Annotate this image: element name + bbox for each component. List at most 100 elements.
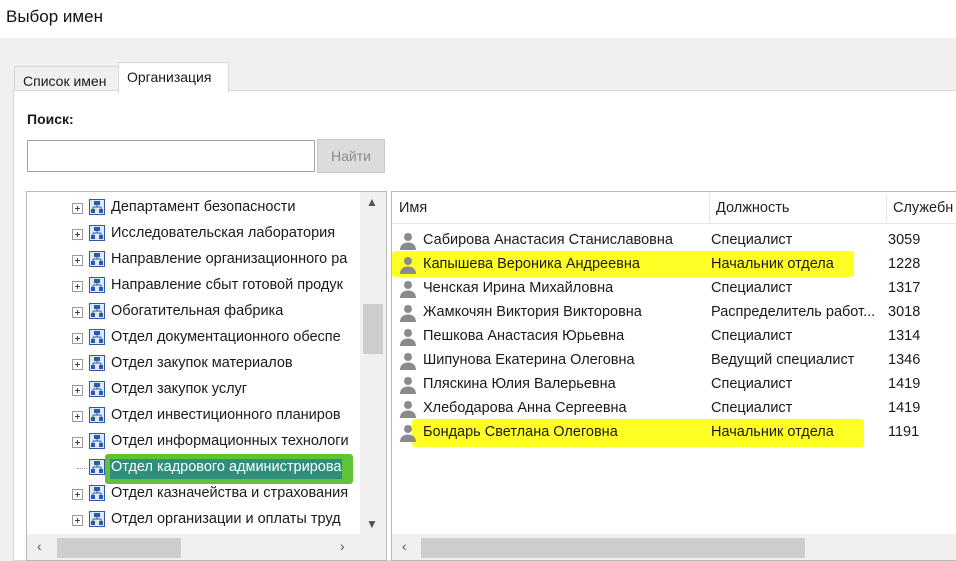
person-number: 1419 <box>888 376 921 392</box>
person-icon <box>400 377 416 394</box>
person-number: 1228 <box>888 256 921 272</box>
column-header-name[interactable]: Имя <box>399 200 427 216</box>
list-row[interactable]: Пляскина Юлия Валерьевна Специалист 1419 <box>392 373 956 397</box>
scroll-thumb[interactable] <box>421 538 805 558</box>
tree-item[interactable]: Обогатительная фабрика <box>27 299 360 325</box>
person-position: Начальник отдела <box>711 424 834 440</box>
expand-icon[interactable] <box>72 515 83 526</box>
person-number: 3018 <box>888 304 921 320</box>
tree-item[interactable]: Отдел информационных технологи <box>27 429 360 455</box>
organization-panel: Поиск: Найти Департамент безопасности Ис… <box>13 90 956 561</box>
tree-item-selected[interactable]: Отдел кадрового администрирова <box>27 455 360 481</box>
tree-item[interactable]: Отдел документационного обеспе <box>27 325 360 351</box>
tree-connector <box>77 468 87 469</box>
person-position: Специалист <box>711 328 793 344</box>
tree-horizontal-scrollbar[interactable]: ‹ › <box>27 534 386 560</box>
scroll-thumb[interactable] <box>363 304 383 354</box>
org-unit-icon <box>89 355 105 371</box>
list-row[interactable]: Пешкова Анастасия Юрьевна Специалист 131… <box>392 325 956 349</box>
list-row[interactable]: Капышева Вероника Андреевна Начальник от… <box>392 253 956 277</box>
list-row[interactable]: Хлебодарова Анна Сергеевна Специалист 14… <box>392 397 956 421</box>
scroll-thumb[interactable] <box>57 538 181 558</box>
list-row[interactable]: Бондарь Светлана Олеговна Начальник отде… <box>392 421 956 445</box>
person-name: Жамкочян Виктория Викторовна <box>423 304 642 320</box>
org-unit-icon <box>89 199 105 215</box>
scroll-right-icon[interactable]: › <box>340 538 345 554</box>
person-icon <box>400 329 416 346</box>
list-row[interactable]: Ченская Ирина Михайловна Специалист 1317 <box>392 277 956 301</box>
tree-item-label: Направление организационного ра <box>111 251 348 267</box>
dialog-body: Список имен Организация Поиск: Найти Деп… <box>0 38 956 561</box>
tree-item-label: Отдел организации и оплаты труд <box>111 511 341 527</box>
tree-vertical-scrollbar[interactable]: ▲ ▼ <box>360 192 386 535</box>
tree-item-label: Отдел закупок материалов <box>111 355 293 371</box>
tree-item-label: Департамент безопасности <box>111 199 296 215</box>
person-position: Распределитель работ... <box>711 304 876 320</box>
list-row[interactable]: Сабирова Анастасия Станиславовна Специал… <box>392 229 956 253</box>
person-position: Специалист <box>711 232 793 248</box>
expand-icon[interactable] <box>72 281 83 292</box>
column-separator[interactable] <box>886 194 887 222</box>
column-header-position[interactable]: Должность <box>716 200 789 216</box>
tree-item[interactable]: Направление сбыт готовой продук <box>27 273 360 299</box>
person-position: Специалист <box>711 280 793 296</box>
expand-icon[interactable] <box>72 203 83 214</box>
list-horizontal-scrollbar[interactable]: ‹ <box>392 534 956 560</box>
expand-icon[interactable] <box>72 411 83 422</box>
list-header: Имя Должность Служебн <box>392 192 956 224</box>
column-separator[interactable] <box>709 194 710 222</box>
search-input[interactable] <box>27 140 315 172</box>
list-row[interactable]: Шипунова Екатерина Олеговна Ведущий спец… <box>392 349 956 373</box>
org-unit-icon <box>89 433 105 449</box>
person-number: 1314 <box>888 328 921 344</box>
tree-item-label: Отдел кадрового администрирова <box>110 459 343 479</box>
find-button[interactable]: Найти <box>317 139 385 173</box>
person-position: Ведущий специалист <box>711 352 855 368</box>
tree-item-label: Направление сбыт готовой продук <box>111 277 343 293</box>
tab-organization[interactable]: Организация <box>118 62 229 93</box>
person-number: 1191 <box>888 424 920 440</box>
org-unit-icon <box>89 407 105 423</box>
tree-item[interactable]: Направление организационного ра <box>27 247 360 273</box>
expand-icon[interactable] <box>72 255 83 266</box>
person-icon <box>400 257 416 274</box>
org-unit-icon <box>89 303 105 319</box>
column-header-number[interactable]: Служебн <box>893 200 953 216</box>
tree-item[interactable]: Исследовательская лаборатория <box>27 221 360 247</box>
org-tree[interactable]: Департамент безопасности Исследовательск… <box>26 191 387 561</box>
expand-icon[interactable] <box>72 333 83 344</box>
tree-item-label: Отдел закупок услуг <box>111 381 248 397</box>
tree-item[interactable]: Департамент безопасности <box>27 195 360 221</box>
tree-item[interactable]: Отдел закупок услуг <box>27 377 360 403</box>
org-unit-icon <box>89 459 105 475</box>
expand-icon[interactable] <box>72 229 83 240</box>
tab-name-list[interactable]: Список имен <box>14 66 119 92</box>
expand-icon[interactable] <box>72 359 83 370</box>
tree-item-label: Отдел информационных технологи <box>111 433 349 449</box>
person-name: Капышева Вероника Андреевна <box>423 256 640 272</box>
tree-item[interactable]: Отдел организации и оплаты труд <box>27 507 360 533</box>
scroll-left-icon[interactable]: ‹ <box>37 538 42 554</box>
scroll-up-icon[interactable]: ▲ <box>366 195 378 209</box>
person-icon <box>400 233 416 250</box>
person-name: Шипунова Екатерина Олеговна <box>423 352 635 368</box>
title-bar: Выбор имен <box>0 0 956 38</box>
scroll-down-icon[interactable]: ▼ <box>366 517 378 531</box>
org-unit-icon <box>89 381 105 397</box>
tree-item-label: Обогатительная фабрика <box>111 303 284 319</box>
expand-icon[interactable] <box>72 437 83 448</box>
expand-icon[interactable] <box>72 385 83 396</box>
people-list[interactable]: Имя Должность Служебн Сабирова Анастасия… <box>391 191 956 561</box>
org-unit-icon <box>89 251 105 267</box>
tree-item[interactable]: Отдел казначейства и страхования <box>27 481 360 507</box>
tree-item[interactable]: Отдел закупок материалов <box>27 351 360 377</box>
tree-item[interactable]: Отдел инвестиционного планиров <box>27 403 360 429</box>
expand-icon[interactable] <box>72 307 83 318</box>
person-name: Сабирова Анастасия Станиславовна <box>423 232 673 248</box>
list-row[interactable]: Жамкочян Виктория Викторовна Распределит… <box>392 301 956 325</box>
tree-item-label: Отдел инвестиционного планиров <box>111 407 341 423</box>
expand-icon[interactable] <box>72 489 83 500</box>
scroll-left-icon[interactable]: ‹ <box>402 538 407 554</box>
person-icon <box>400 425 416 442</box>
person-icon <box>400 401 416 418</box>
